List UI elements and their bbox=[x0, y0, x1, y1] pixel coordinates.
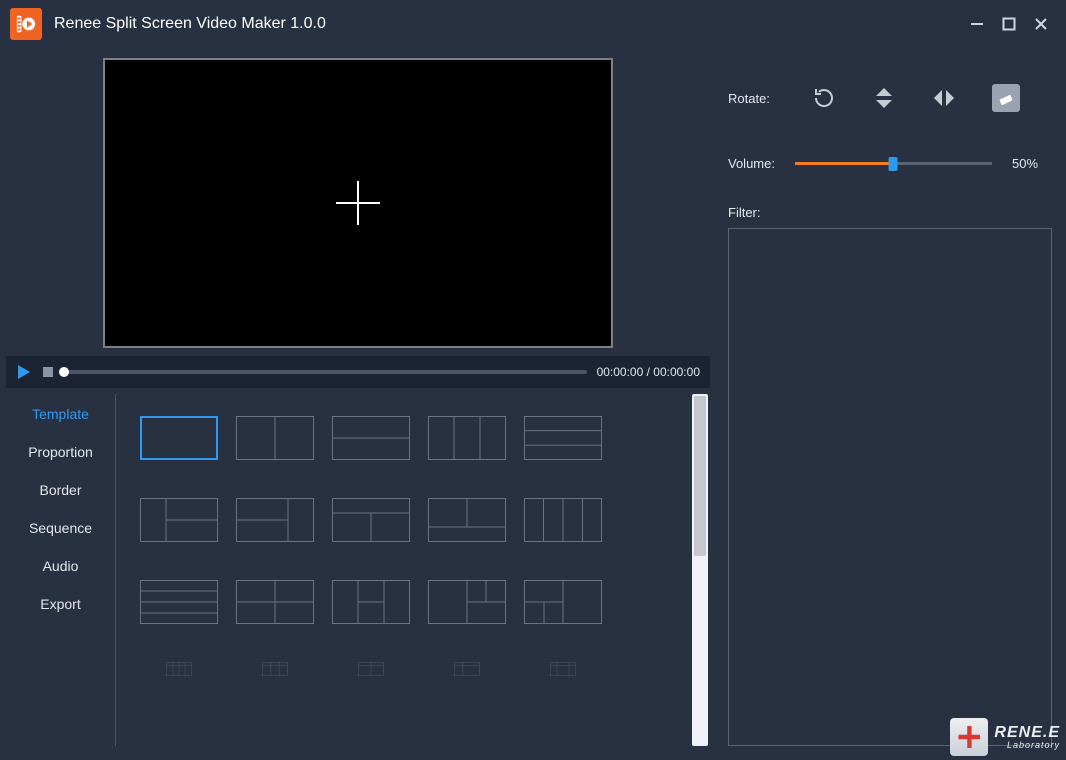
close-button[interactable] bbox=[1032, 15, 1050, 33]
template-item[interactable] bbox=[428, 580, 506, 624]
play-button[interactable] bbox=[16, 364, 32, 380]
stop-button[interactable] bbox=[42, 366, 54, 378]
tab-audio[interactable]: Audio bbox=[43, 558, 79, 574]
template-item[interactable] bbox=[428, 416, 506, 460]
template-item[interactable] bbox=[140, 498, 218, 542]
template-item[interactable] bbox=[428, 498, 506, 542]
template-item[interactable] bbox=[524, 580, 602, 624]
side-tabs: Template Proportion Border Sequence Audi… bbox=[6, 394, 116, 746]
right-panel: Rotate: Volume: bbox=[722, 58, 1052, 746]
reset-button[interactable] bbox=[992, 84, 1020, 112]
filter-label: Filter: bbox=[728, 205, 1052, 220]
add-video-icon bbox=[336, 181, 380, 225]
brand-watermark: RENE.E Laboratory bbox=[950, 718, 1060, 756]
template-item[interactable] bbox=[332, 416, 410, 460]
template-item[interactable] bbox=[140, 662, 218, 676]
tab-proportion[interactable]: Proportion bbox=[28, 444, 93, 460]
template-item[interactable] bbox=[236, 662, 314, 676]
template-scrollbar[interactable] bbox=[692, 394, 708, 746]
template-item[interactable] bbox=[332, 498, 410, 542]
time-display: 00:00:00 / 00:00:00 bbox=[597, 365, 700, 379]
titlebar: Renee Split Screen Video Maker 1.0.0 bbox=[0, 0, 1066, 48]
seek-slider[interactable] bbox=[64, 370, 587, 374]
template-item[interactable] bbox=[332, 580, 410, 624]
template-item[interactable] bbox=[524, 416, 602, 460]
brand-icon bbox=[950, 718, 988, 756]
volume-label: Volume: bbox=[728, 156, 775, 171]
video-preview[interactable] bbox=[103, 58, 613, 348]
volume-slider[interactable] bbox=[795, 157, 992, 171]
brand-text-2: Laboratory bbox=[994, 741, 1060, 750]
template-item[interactable] bbox=[524, 662, 602, 676]
tab-export[interactable]: Export bbox=[40, 596, 80, 612]
rotate-cw-button[interactable] bbox=[812, 86, 836, 110]
tab-border[interactable]: Border bbox=[39, 482, 81, 498]
app-icon bbox=[10, 8, 42, 40]
flip-horizontal-button[interactable] bbox=[932, 86, 956, 110]
template-item[interactable] bbox=[524, 498, 602, 542]
brand-text-1: RENE.E bbox=[994, 725, 1060, 741]
template-item[interactable] bbox=[236, 498, 314, 542]
template-item[interactable] bbox=[140, 416, 218, 460]
playback-bar: 00:00:00 / 00:00:00 bbox=[6, 356, 710, 388]
template-item[interactable] bbox=[236, 580, 314, 624]
template-item[interactable] bbox=[332, 662, 410, 676]
tab-sequence[interactable]: Sequence bbox=[29, 520, 92, 536]
volume-value: 50% bbox=[1012, 156, 1052, 171]
window-title: Renee Split Screen Video Maker 1.0.0 bbox=[54, 15, 968, 33]
minimize-button[interactable] bbox=[968, 15, 986, 33]
filter-listbox[interactable] bbox=[728, 228, 1052, 746]
flip-vertical-button[interactable] bbox=[872, 86, 896, 110]
template-grid bbox=[116, 394, 710, 746]
tab-template[interactable]: Template bbox=[32, 406, 89, 422]
maximize-button[interactable] bbox=[1000, 15, 1018, 33]
rotate-label: Rotate: bbox=[728, 91, 770, 106]
template-item[interactable] bbox=[236, 416, 314, 460]
template-item[interactable] bbox=[140, 580, 218, 624]
template-item[interactable] bbox=[428, 662, 506, 676]
